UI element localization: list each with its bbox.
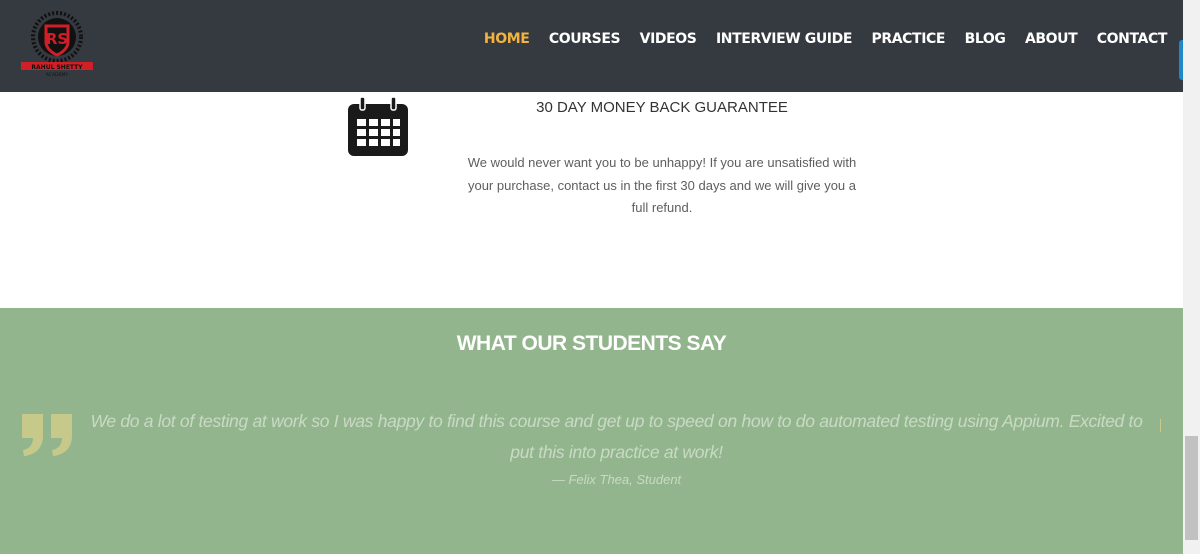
nav-videos[interactable]: VIDEOS: [640, 31, 697, 47]
nav-contact[interactable]: CONTACT: [1097, 31, 1168, 47]
scrollbar-thumb[interactable]: [1185, 436, 1198, 540]
nav-practice[interactable]: PRACTICE: [872, 31, 946, 47]
site-logo[interactable]: RS RAHUL SHETTY ACADEMY: [20, 4, 96, 80]
site-header: RS RAHUL SHETTY ACADEMY HOME COURSES VID…: [0, 0, 1183, 92]
nav-courses[interactable]: COURSES: [549, 31, 621, 47]
nav-blog[interactable]: BLOG: [965, 31, 1006, 47]
nav-about[interactable]: ABOUT: [1025, 31, 1078, 47]
main-nav: HOME COURSES VIDEOS INTERVIEW GUIDE PRAC…: [464, 31, 1168, 47]
guarantee-title: 30 DAY MONEY BACK GUARANTEE: [536, 99, 788, 116]
calendar-icon: [348, 96, 408, 156]
nav-interview-guide[interactable]: INTERVIEW GUIDE: [716, 31, 852, 47]
testimonials-section: WHAT OUR STUDENTS SAY We do a lot of tes…: [0, 308, 1183, 554]
testimonials-heading: WHAT OUR STUDENTS SAY: [456, 332, 727, 355]
guarantee-text: We would never want you to be unhappy! I…: [467, 155, 857, 215]
nav-home[interactable]: HOME: [484, 31, 530, 47]
testimonial-author: — Felix Thea, Student: [551, 472, 682, 487]
logo-icon: RS RAHUL SHETTY ACADEMY: [21, 11, 93, 78]
testimonial-quote: We do a lot of testing at work so I was …: [90, 411, 1143, 462]
quote-icon: [22, 414, 72, 456]
svg-text:RAHUL SHETTY: RAHUL SHETTY: [31, 64, 83, 71]
svg-text:ACADEMY: ACADEMY: [46, 72, 68, 78]
carousel-divider: [1160, 419, 1161, 432]
svg-text:RS: RS: [46, 30, 68, 48]
